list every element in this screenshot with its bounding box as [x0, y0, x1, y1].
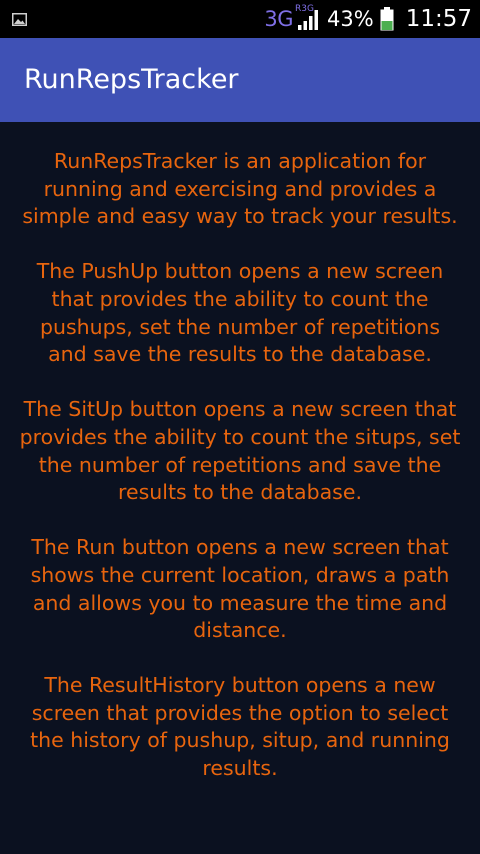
image-notification-icon — [12, 11, 27, 26]
content-scroll-area[interactable]: RunRepsTracker is an application for run… — [0, 122, 480, 854]
app-title: RunRepsTracker — [24, 64, 239, 95]
status-indicators: 3G R3G 43% 11:57 — [264, 0, 472, 38]
status-bar: 3G R3G 43% 11:57 — [0, 0, 480, 38]
status-clock: 11:57 — [405, 6, 472, 32]
network-type-label: 3G — [264, 7, 294, 31]
app-screen: 3G R3G 43% 11:57 RunRepsTracker RunRepsT… — [0, 0, 480, 854]
battery-icon — [380, 7, 394, 31]
app-description: RunRepsTracker is an application for run… — [19, 149, 461, 781]
battery-percent: 43% — [327, 7, 374, 31]
battery-fill — [381, 21, 393, 30]
app-toolbar: RunRepsTracker — [0, 38, 480, 122]
signal-icon: R3G — [295, 4, 321, 32]
